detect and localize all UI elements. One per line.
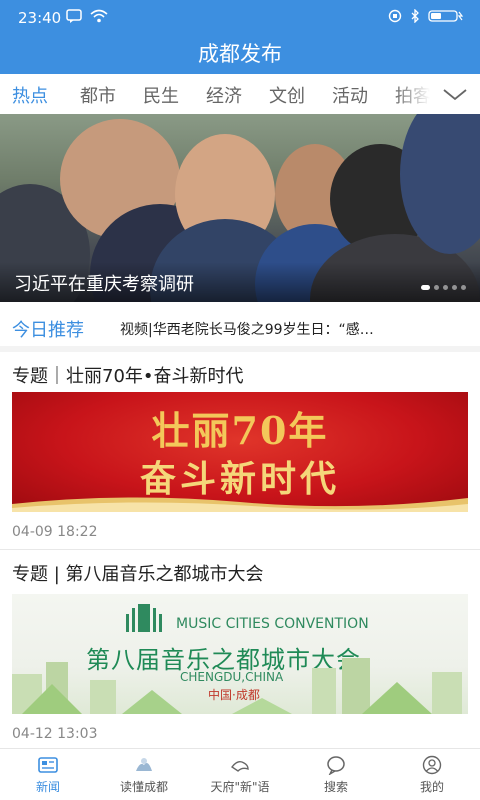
battery-icon	[428, 10, 464, 22]
page-title: 成都发布	[198, 42, 282, 66]
profile-icon	[422, 755, 442, 775]
article-card[interactable]: 专题 | 第八届音乐之都城市大会 MUSIC CITIES CONVENTION…	[0, 550, 480, 748]
image-text-en: MUSIC CITIES CONVENTION	[176, 616, 369, 632]
nav-tianfu[interactable]: 天府"新"语	[192, 749, 288, 800]
article-card[interactable]: 专题｜壮丽70年•奋斗新时代 壮丽70年 奋斗新时代 04-09 18:22	[0, 352, 480, 550]
today-recommend-bar[interactable]: 今日推荐 视频|华西老院长马俊之99岁生日：“感…	[0, 302, 480, 352]
recommend-label: 今日推荐	[12, 320, 84, 341]
music-logo-icon	[126, 604, 162, 632]
article-time: 04-09 18:22	[12, 524, 98, 540]
tabs-fade	[394, 74, 430, 114]
alarm-icon	[388, 9, 402, 23]
nav-profile[interactable]: 我的	[384, 749, 480, 800]
wifi-icon	[90, 9, 108, 23]
article-image[interactable]: 壮丽70年 奋斗新时代	[12, 392, 468, 512]
nav-label: 搜索	[323, 780, 348, 794]
message-icon	[66, 9, 82, 23]
carousel-dot	[461, 285, 466, 290]
banner-carousel[interactable]: 习近平在重庆考察调研	[0, 114, 480, 302]
nav-label: 天府"新"语	[210, 780, 270, 794]
tab-economy[interactable]: 经济	[206, 82, 242, 108]
read-chengdu-icon	[136, 758, 152, 771]
status-bar: 23:40	[0, 0, 480, 36]
tab-hot[interactable]: 热点	[12, 82, 48, 108]
nav-read-chengdu[interactable]: 读懂成都	[96, 749, 192, 800]
tab-events[interactable]: 活动	[332, 82, 368, 108]
news-icon	[38, 757, 58, 773]
tab-culture[interactable]: 文创	[269, 82, 305, 108]
carousel-dot	[421, 285, 430, 290]
category-tabs: 热点 都市 民生 经济 文创 活动 拍客	[0, 74, 480, 114]
carousel-dot	[452, 285, 457, 290]
skyline-decoration	[12, 658, 462, 714]
article-title[interactable]: 专题 | 第八届音乐之都城市大会	[12, 560, 264, 586]
carousel-dot	[434, 285, 439, 290]
status-time: 23:40	[18, 9, 62, 27]
nav-search[interactable]: 搜索	[288, 749, 384, 800]
nav-label: 读懂成都	[119, 780, 168, 794]
title-bar: 成都发布	[0, 36, 480, 74]
chevron-down-icon	[443, 89, 467, 101]
carousel-dot	[443, 285, 448, 290]
banner-caption: 习近平在重庆考察调研	[14, 274, 194, 295]
bottom-navigation: 新闻 读懂成都 天府"新"语 搜索 我的	[0, 748, 480, 800]
article-image[interactable]: MUSIC CITIES CONVENTION 第八届音乐之都城市大会 CHEN…	[12, 594, 468, 714]
search-icon	[327, 756, 345, 775]
gold-wave-decoration	[12, 497, 468, 512]
nav-label: 我的	[419, 780, 444, 794]
image-text-line1: 壮丽70年	[151, 408, 329, 453]
nav-label: 新闻	[35, 780, 60, 794]
tab-city[interactable]: 都市	[80, 82, 116, 108]
tab-livelihood[interactable]: 民生	[143, 82, 179, 108]
tabs-expand-button[interactable]	[430, 74, 480, 114]
carousel-indicator	[421, 285, 466, 290]
status-right-icons	[388, 9, 464, 23]
recommend-headline[interactable]: 视频|华西老院长马俊之99岁生日：“感…	[120, 319, 450, 339]
nav-news[interactable]: 新闻	[0, 749, 96, 800]
tianfu-icon	[230, 760, 249, 772]
article-time: 04-12 13:03	[12, 726, 98, 742]
article-title[interactable]: 专题｜壮丽70年•奋斗新时代	[12, 362, 244, 388]
bluetooth-icon	[411, 9, 419, 23]
status-left-icons	[66, 9, 108, 23]
